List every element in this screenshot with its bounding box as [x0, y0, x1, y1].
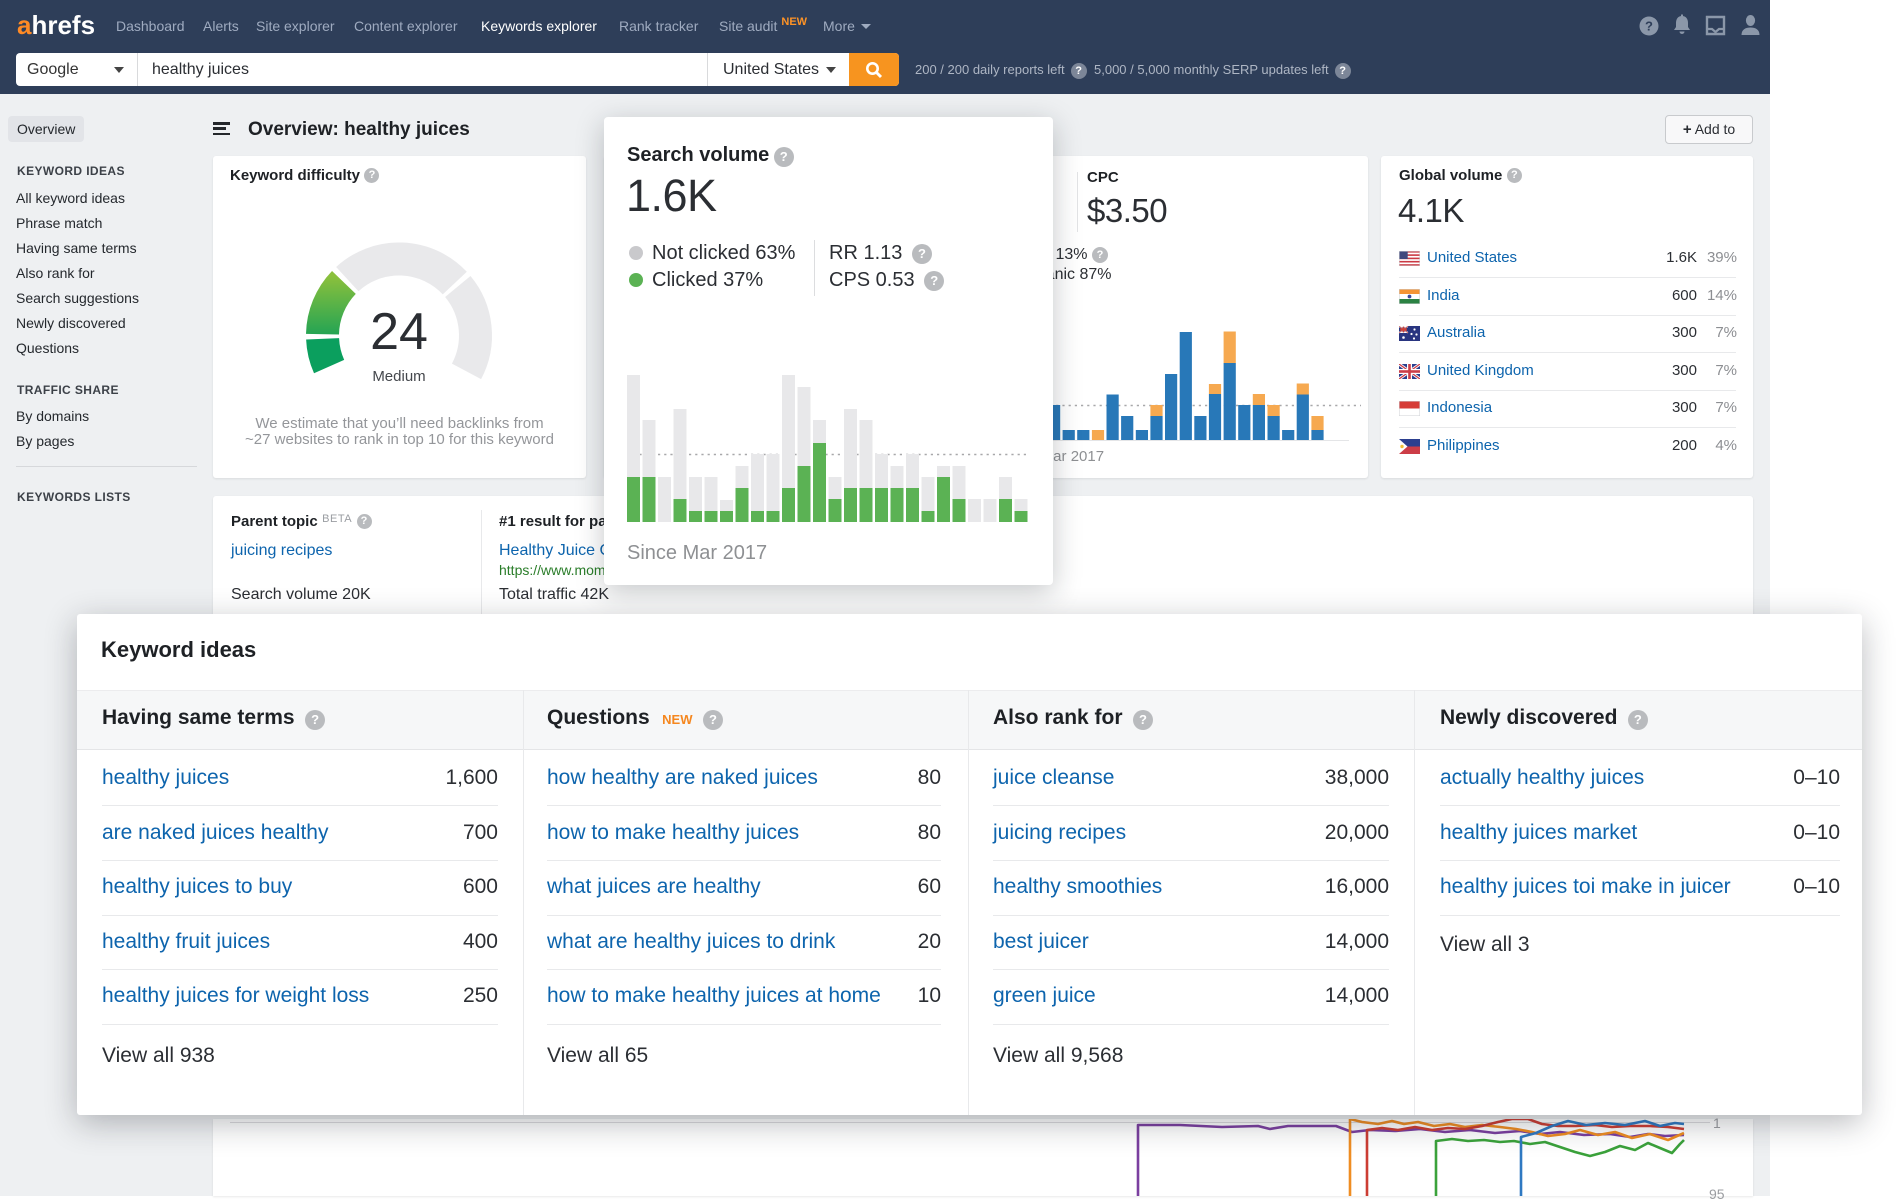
- svg-text:?: ?: [1645, 19, 1653, 34]
- svg-text:Medium: Medium: [372, 368, 425, 385]
- svg-text:24: 24: [370, 303, 428, 361]
